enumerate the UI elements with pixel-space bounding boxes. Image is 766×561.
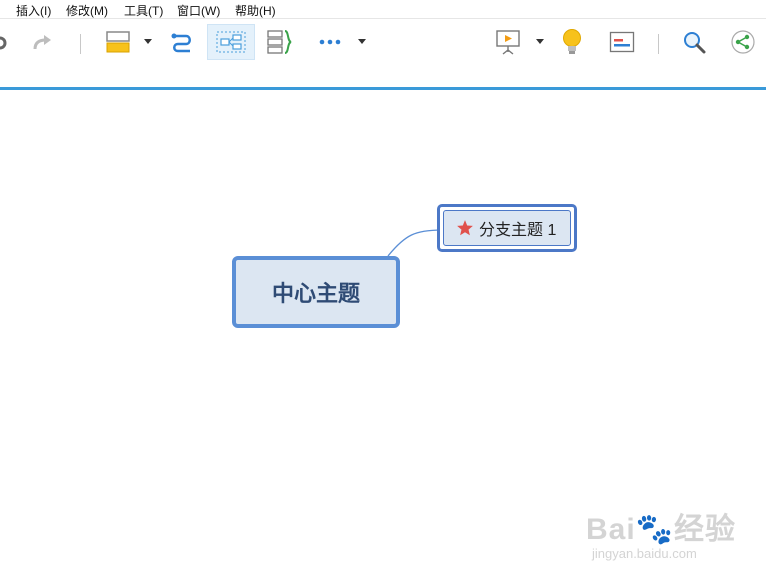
boundary-icon[interactable] (207, 24, 255, 60)
summary-icon[interactable] (266, 29, 294, 55)
idea-icon[interactable] (561, 27, 583, 57)
central-topic[interactable]: 中心主题 (232, 256, 400, 328)
watermark-url: jingyan.baidu.com (592, 546, 697, 561)
chevron-down-icon[interactable] (357, 37, 367, 45)
menu-window[interactable]: 窗口(W) (177, 2, 220, 19)
branch-topic[interactable]: 分支主题 1 (437, 204, 577, 252)
toolbar-separator (80, 34, 81, 54)
menu-modify[interactable]: 修改(M) (66, 2, 108, 19)
toolbar (0, 19, 766, 87)
menu-insert[interactable]: 插入(I) (16, 2, 51, 19)
star-icon (456, 219, 474, 237)
toolbar-separator (658, 34, 659, 54)
watermark-brand: Bai🐾经验 (586, 513, 737, 546)
chevron-down-icon[interactable] (143, 37, 153, 45)
menu-help[interactable]: 帮助(H) (235, 2, 276, 19)
search-icon[interactable] (682, 30, 706, 54)
relationship-icon[interactable] (170, 29, 194, 55)
presentation-icon[interactable] (495, 28, 521, 56)
branch-topic-label: 分支主题 1 (479, 222, 557, 239)
undo-icon[interactable] (0, 33, 8, 53)
chevron-down-icon[interactable] (535, 37, 545, 45)
watermark: Bai🐾经验 jingyan.baidu.com (586, 504, 736, 561)
insert-topic-icon[interactable] (105, 29, 131, 55)
central-topic-label: 中心主题 (271, 281, 360, 306)
menu-bar: 插入(I) 修改(M) 工具(T) 窗口(W) 帮助(H) (0, 0, 766, 19)
mindmap-canvas[interactable]: 中心主题 分支主题 1 Bai🐾经验 jingyan.baidu.com (0, 90, 766, 561)
gantt-icon[interactable] (609, 31, 635, 53)
menu-tools[interactable]: 工具(T) (124, 2, 163, 19)
redo-icon[interactable] (32, 33, 54, 53)
more-icon[interactable] (318, 33, 342, 51)
branch-topic-inner[interactable]: 分支主题 1 (443, 210, 571, 246)
share-icon[interactable] (731, 30, 755, 54)
